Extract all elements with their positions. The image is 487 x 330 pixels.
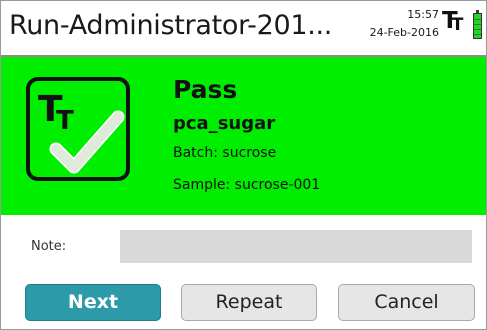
result-panel: T T Pass pca_sugar Batch: sucrose Sample… <box>1 57 486 215</box>
sample-label: Sample: sucrose-001 <box>173 177 321 193</box>
clock-date: 24-Feb-2016 <box>369 26 439 39</box>
cancel-button[interactable]: Cancel <box>338 284 475 321</box>
batch-label: Batch: sucrose <box>173 145 277 161</box>
tt-logo-icon: TT <box>442 8 463 35</box>
window-title: Run-Administrator-201... <box>9 10 333 41</box>
method-name: pca_sugar <box>173 113 276 134</box>
title-bar: Run-Administrator-201... 15:57 24-Feb-20… <box>1 1 486 57</box>
app-window: Run-Administrator-201... 15:57 24-Feb-20… <box>0 0 487 330</box>
note-label: Note: <box>31 239 67 254</box>
next-button[interactable]: Next <box>25 284 161 321</box>
result-status: Pass <box>173 75 238 104</box>
clock-time: 15:57 <box>407 8 439 21</box>
note-input[interactable] <box>120 230 472 263</box>
battery-icon <box>473 10 482 39</box>
repeat-button[interactable]: Repeat <box>181 284 317 321</box>
svg-text:T: T <box>56 106 74 136</box>
pass-check-icon: T T <box>26 77 130 181</box>
